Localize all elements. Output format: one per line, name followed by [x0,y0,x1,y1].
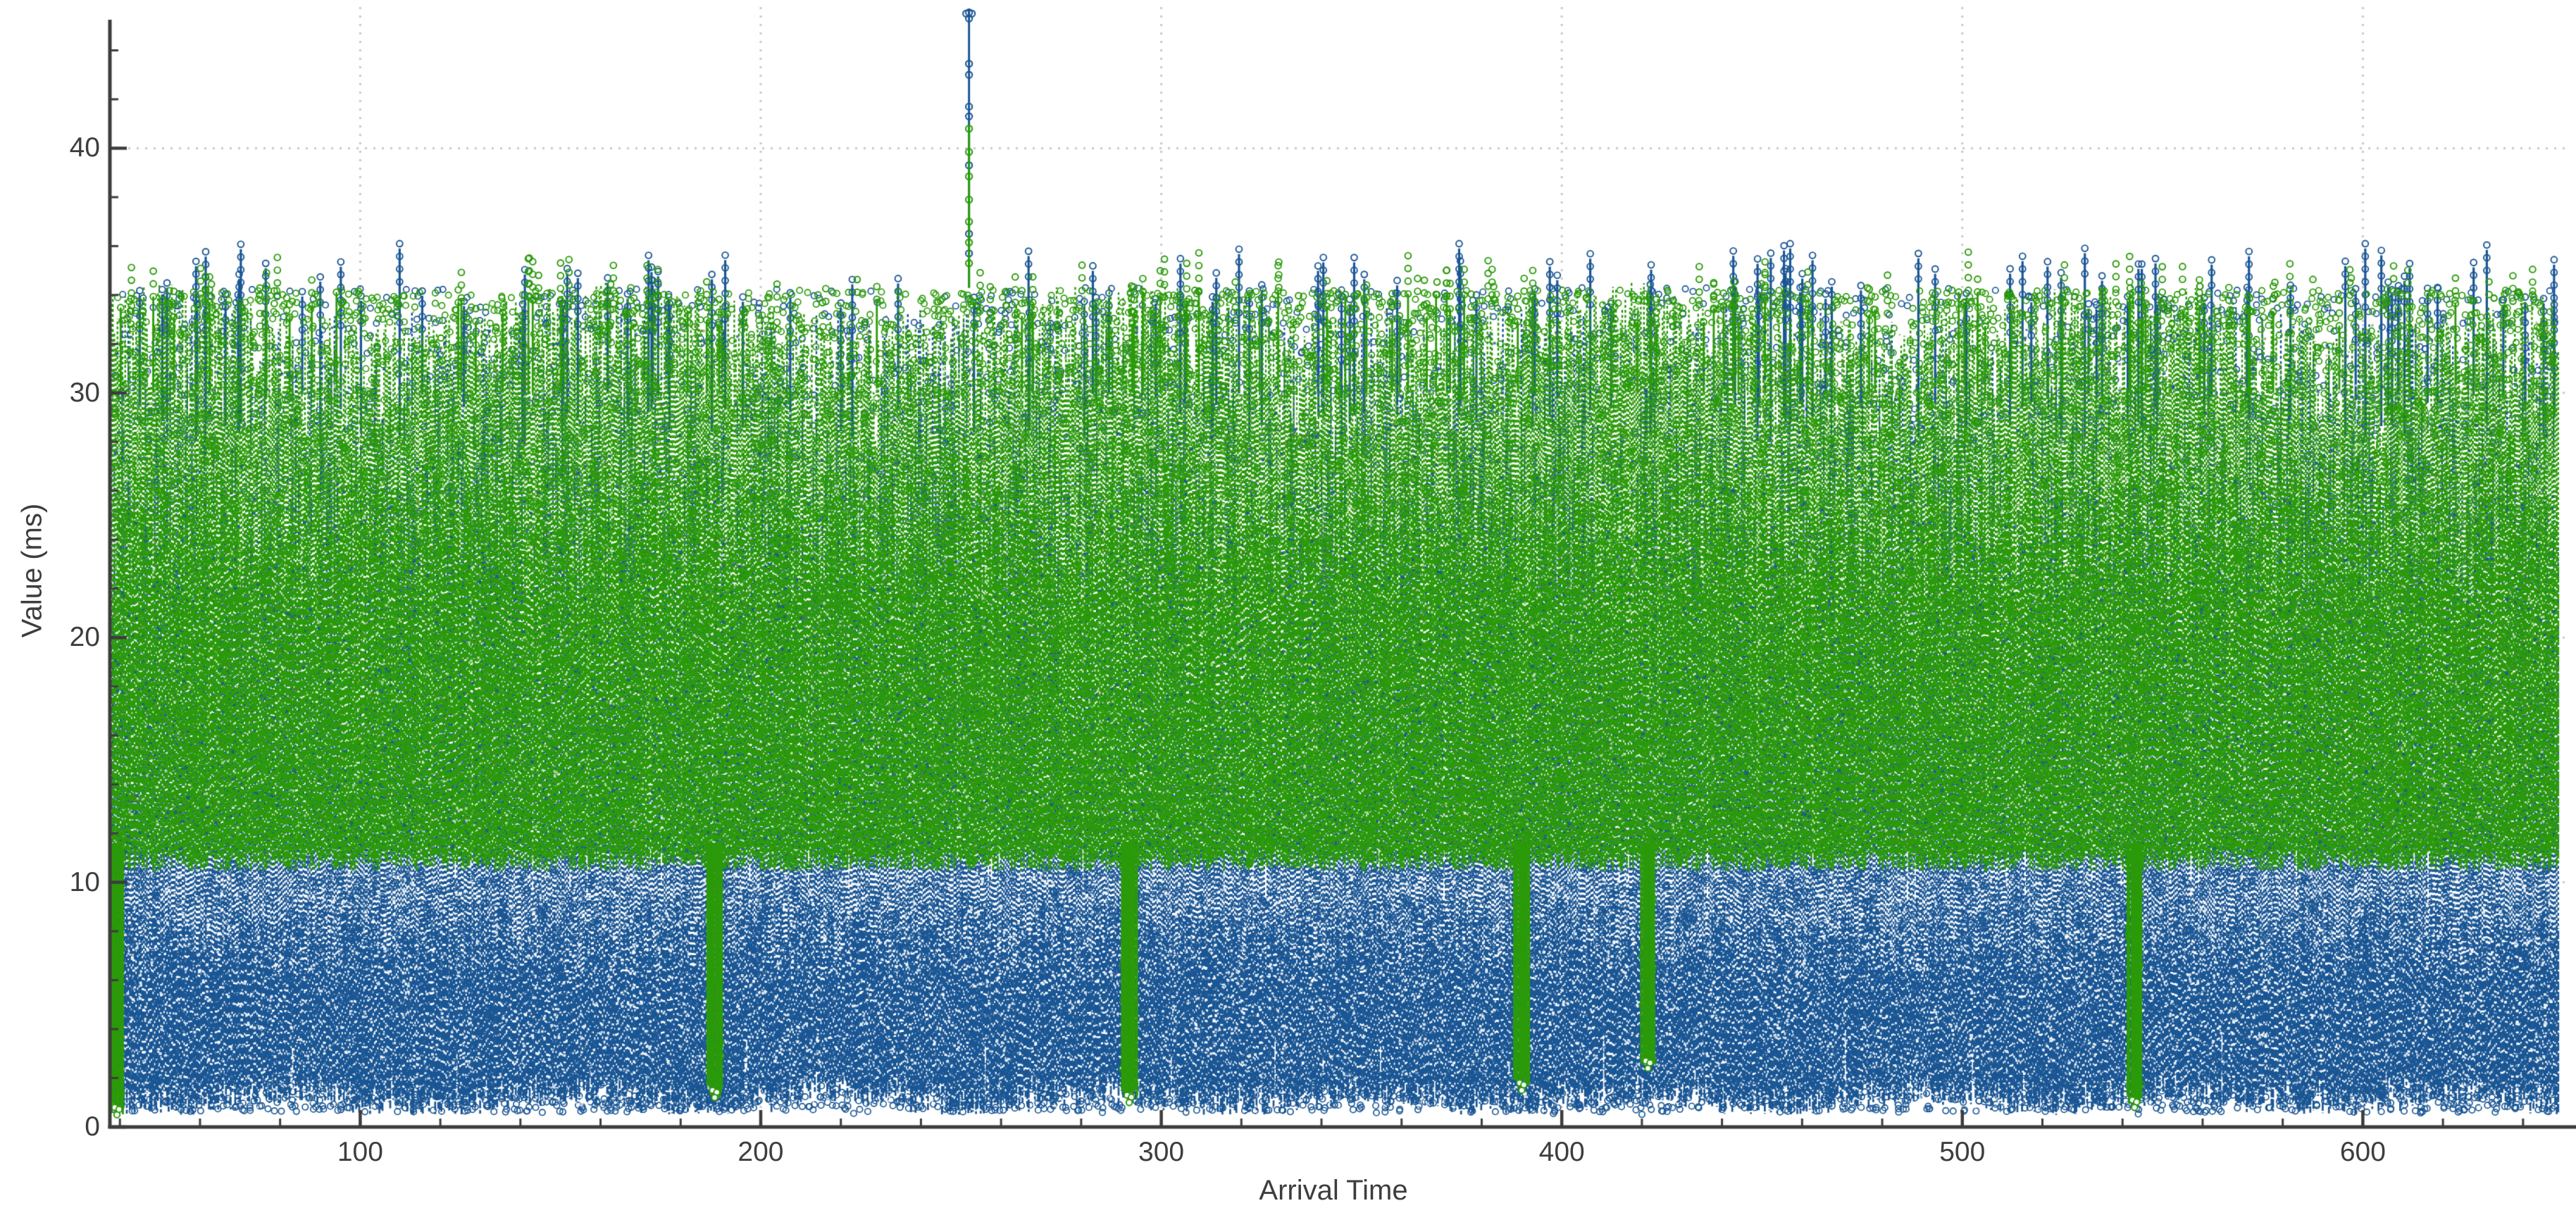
y-tick-label: 0 [0,1110,100,1144]
x-tick-label: 100 [337,1135,383,1169]
plot-canvas [0,0,2576,1227]
y-tick-label: 40 [0,131,100,165]
y-axis-title: Value (ms) [17,504,49,637]
x-tick-label: 200 [738,1135,783,1169]
x-axis-title: Arrival Time [1259,1175,1407,1207]
x-tick-label: 500 [1939,1135,1985,1169]
x-tick-label: 400 [1539,1135,1585,1169]
y-tick-label: 10 [0,866,100,899]
x-tick-label: 300 [1138,1135,1184,1169]
scatter-chart: 010203040 100200300400500600 Value (ms) … [0,0,2576,1227]
y-tick-label: 20 [0,621,100,654]
x-tick-label: 600 [2340,1135,2386,1169]
y-tick-label: 30 [0,376,100,410]
